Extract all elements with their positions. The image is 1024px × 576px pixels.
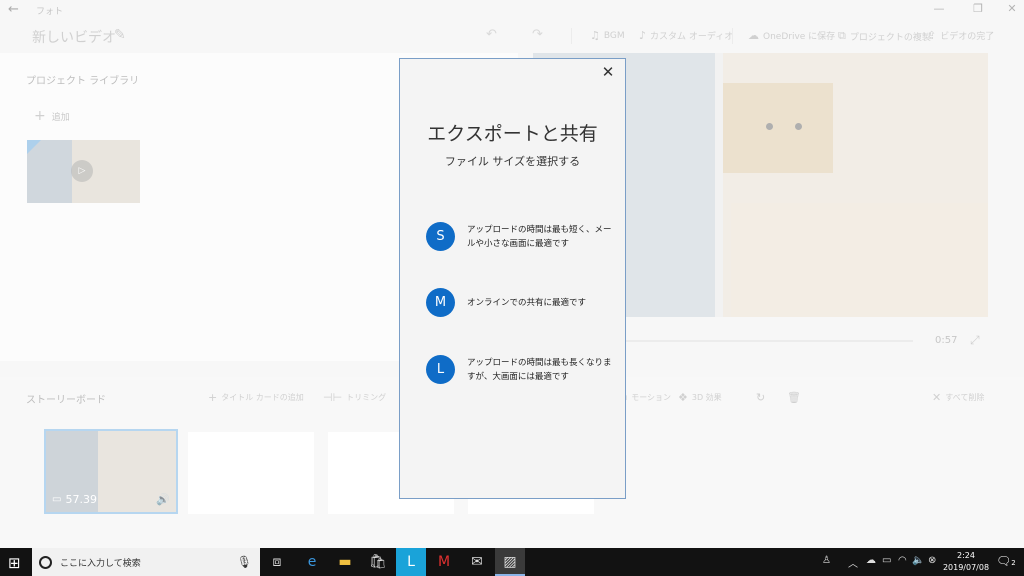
clock-date: 2019/07/08 bbox=[942, 563, 990, 572]
size-option-medium[interactable]: M オンラインでの共有に最適です bbox=[426, 288, 616, 317]
dialog-title: エクスポートと共有 bbox=[427, 123, 598, 145]
mail-icon[interactable]: ✉ bbox=[462, 548, 492, 576]
mcafee-icon[interactable]: M bbox=[429, 548, 459, 576]
file-explorer-icon[interactable]: ▬ bbox=[330, 548, 360, 576]
onedrive-cloud-icon[interactable]: ☁ bbox=[866, 555, 876, 566]
size-badge: L bbox=[426, 355, 455, 384]
speaker-icon[interactable]: 🔈 bbox=[912, 555, 924, 566]
microphone-icon[interactable]: 🎙 bbox=[237, 555, 252, 569]
size-option-large[interactable]: L アップロードの時間は最も長くなりますが、大画面には最適です bbox=[426, 355, 616, 384]
size-option-text: アップロードの時間は最も短く、メールや小さな画面に最適です bbox=[467, 224, 612, 249]
l-app-icon[interactable]: L bbox=[396, 548, 426, 576]
windows-start-icon[interactable]: ⊞ bbox=[8, 554, 21, 572]
task-view-icon[interactable]: ⧈ bbox=[262, 548, 292, 576]
chevron-up-icon[interactable]: ︿ bbox=[848, 555, 858, 570]
battery-icon[interactable]: ▭ bbox=[882, 555, 891, 566]
taskbar: ⊞ ここに入力して検索 🎙 ⧈ e ▬ 🛍 L M ✉ ▨ ♙ ︿ ☁ ▭ ◠ … bbox=[0, 548, 1024, 576]
photos-app-icon[interactable]: ▨ bbox=[495, 548, 525, 576]
store-icon[interactable]: 🛍 bbox=[363, 548, 393, 576]
status-icon[interactable]: ⊗ bbox=[928, 555, 936, 566]
close-icon[interactable]: ✕ bbox=[600, 63, 616, 81]
size-option-small[interactable]: S アップロードの時間は最も短く、メールや小さな画面に最適です bbox=[426, 222, 616, 251]
cortana-icon bbox=[39, 555, 52, 569]
size-option-text: オンラインでの共有に最適です bbox=[467, 297, 587, 308]
dialog-subtitle: ファイル サイズを選択する bbox=[444, 155, 581, 168]
people-icon[interactable]: ♙ bbox=[822, 555, 831, 566]
size-option-text: アップロードの時間は最も長くなりますが、大画面には最適です bbox=[467, 357, 612, 382]
photos-app-window: ← フォト — ❐ ✕ 新しいビデオ ✎ ↶ ↷ ♫ BGM ♪ カスタム オー… bbox=[0, 0, 1024, 548]
edge-browser-icon[interactable]: e bbox=[297, 548, 327, 576]
size-badge: S bbox=[426, 222, 455, 251]
search-placeholder: ここに入力して検索 bbox=[60, 558, 141, 569]
wifi-icon[interactable]: ◠ bbox=[898, 555, 907, 566]
export-share-dialog: ✕ エクスポートと共有 ファイル サイズを選択する S アップロードの時間は最も… bbox=[399, 58, 626, 499]
taskbar-search[interactable]: ここに入力して検索 🎙 bbox=[32, 548, 260, 576]
notification-count: 2 bbox=[1011, 559, 1016, 567]
clock-time: 2:24 bbox=[957, 551, 975, 560]
taskbar-clock[interactable]: 2:24 2019/07/08 bbox=[942, 550, 990, 574]
notification-icon[interactable]: 🗨2 bbox=[996, 554, 1016, 568]
size-badge: M bbox=[426, 288, 455, 317]
